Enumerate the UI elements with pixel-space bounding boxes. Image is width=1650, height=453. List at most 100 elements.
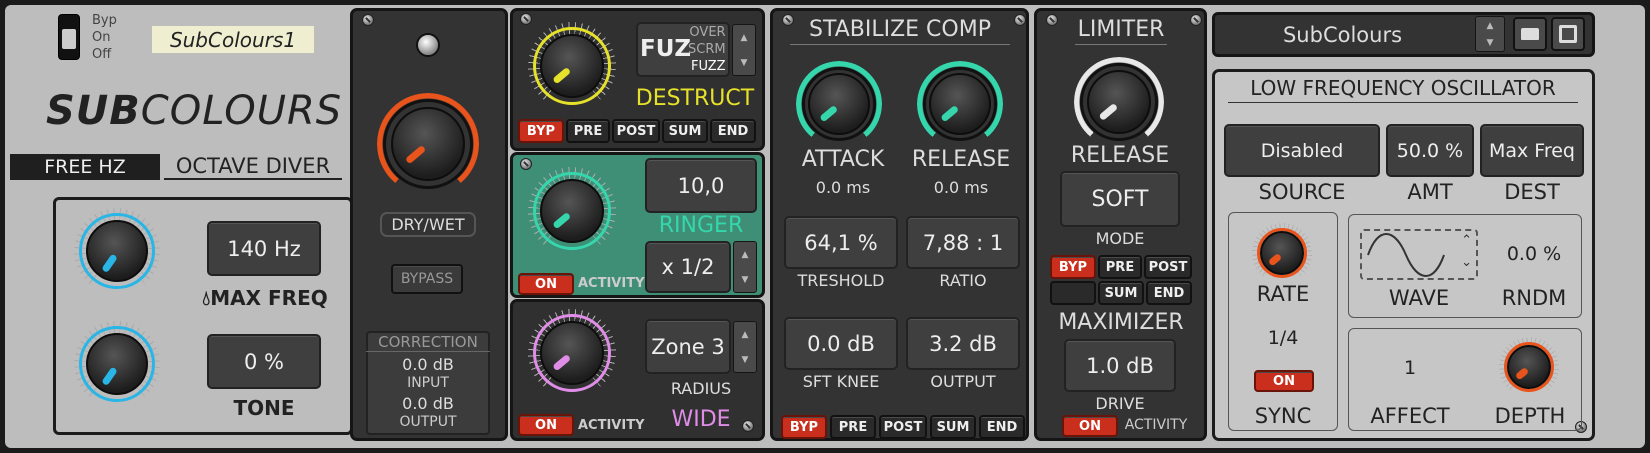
limiter-mode-display[interactable]: SOFT — [1060, 171, 1180, 227]
ringer-on-button[interactable]: ON — [518, 273, 574, 295]
lfo-rate-value[interactable]: 1/4 — [1228, 327, 1338, 349]
wave-up-icon[interactable]: ⌃ — [1461, 233, 1472, 248]
lfo-sync-on-button[interactable]: ON — [1254, 370, 1314, 392]
destruct-algo-stepper[interactable]: ▲ ▼ — [732, 24, 756, 76]
logo-light: COLOURS — [140, 88, 343, 134]
max-freq-knob[interactable] — [74, 208, 160, 294]
wide-zone-display[interactable]: Zone 3 — [645, 319, 731, 374]
lfo-sync-label: SYNC — [1254, 404, 1312, 428]
lfo-wave-label: WAVE — [1388, 286, 1450, 310]
max-freq-label: 💧︎MAX FREQ — [202, 286, 328, 310]
tone-label: TONE — [233, 396, 295, 420]
limiter-end-button[interactable]: END — [1146, 281, 1192, 305]
correction-output-value[interactable]: 0.0 dB — [366, 394, 490, 413]
mode-octave-label: OCTAVE DIVER — [175, 154, 331, 178]
tone-knob[interactable] — [74, 321, 160, 407]
lfo-source-display[interactable]: Disabled — [1224, 124, 1380, 177]
limiter-title: LIMITER — [1075, 17, 1167, 45]
limiter-pre-button[interactable]: PRE — [1098, 255, 1142, 279]
comp-end-button[interactable]: END — [979, 415, 1025, 439]
knee-label: SFT KNEE — [802, 372, 880, 391]
threshold-display[interactable]: 64,1 % — [784, 216, 898, 269]
destruct-byp-button[interactable]: BYP — [518, 119, 564, 143]
tone-display[interactable]: 0 % — [207, 334, 321, 389]
mode-octave-diver[interactable]: OCTAVE DIVER — [164, 154, 342, 180]
logo: SUBCOLOURS — [46, 88, 342, 134]
bypass-switch[interactable] — [58, 14, 80, 60]
release-value[interactable]: 0.0 ms — [905, 178, 1017, 197]
lfo-dest-display[interactable]: Max Freq — [1480, 124, 1584, 177]
comp-sum-button[interactable]: SUM — [930, 415, 976, 439]
comp-post-button[interactable]: POST — [879, 415, 927, 439]
ringer-value-display[interactable]: 10,0 — [645, 158, 757, 213]
wide-zone-stepper[interactable]: ▲ ▼ — [733, 321, 757, 373]
ratio-label: RATIO — [939, 271, 987, 290]
limiter-activity-label: ACTIVITY — [1124, 417, 1188, 433]
ringer-ratio-stepper[interactable]: ▲ ▼ — [733, 241, 757, 293]
limiter-mode-label: MODE — [1095, 229, 1145, 248]
destruct-sum-button[interactable]: SUM — [662, 119, 708, 143]
algo-option-over: OVER — [689, 25, 726, 40]
drive-label: DRIVE — [1095, 394, 1145, 413]
destruct-knob[interactable] — [528, 22, 616, 110]
wide-title: WIDE — [671, 407, 731, 432]
ringer-activity-label: ACTIVITY — [578, 276, 645, 291]
destruct-pre-button[interactable]: PRE — [566, 119, 610, 143]
save-icon — [1559, 25, 1577, 43]
correction-output-label: OUTPUT — [399, 414, 457, 430]
destruct-title: DESTRUCT — [635, 86, 755, 111]
limiter-release-knob[interactable] — [1074, 57, 1164, 147]
lfo-title: LOW FREQUENCY OSCILLATOR — [1228, 76, 1578, 103]
destruct-algo-big: FUZ — [640, 36, 692, 62]
lfo-dest-label: DEST — [1504, 180, 1560, 204]
limiter-post-button[interactable]: POST — [1144, 255, 1192, 279]
correction-input-value[interactable]: 0.0 dB — [366, 355, 490, 374]
ringer-ratio-display[interactable]: x 1/2 — [645, 241, 731, 293]
ringer-knob[interactable] — [528, 167, 616, 255]
comp-pre-button[interactable]: PRE — [830, 415, 876, 439]
knee-display[interactable]: 0.0 dB — [784, 317, 898, 370]
mode-free-hz[interactable]: FREE HZ — [10, 154, 160, 180]
wide-activity-label: ACTIVITY — [578, 418, 645, 433]
destruct-post-button[interactable]: POST — [612, 119, 660, 143]
wide-radius-label: RADIUS — [670, 379, 732, 398]
drive-display[interactable]: 1.0 dB — [1064, 339, 1176, 392]
limiter-sum-button[interactable]: SUM — [1098, 281, 1144, 305]
comp-byp-button[interactable]: BYP — [781, 415, 827, 439]
preset-stepper[interactable]: ▲ ▼ — [1475, 16, 1505, 52]
attack-value[interactable]: 0.0 ms — [788, 178, 898, 197]
preset-save-button[interactable] — [1551, 17, 1585, 51]
wave-display[interactable]: ⌃ ⌄ — [1360, 229, 1478, 280]
algo-option-scrm: SCRM — [688, 42, 726, 57]
mode-free-label: FREE HZ — [44, 156, 126, 178]
lfo-affect-label: AFFECT — [1370, 404, 1450, 428]
lfo-rndm-value[interactable]: 0.0 % — [1490, 243, 1578, 265]
lfo-affect-value[interactable]: 1 — [1360, 357, 1460, 379]
release-label: RELEASE — [911, 147, 1011, 172]
destruct-end-button[interactable]: END — [710, 119, 756, 143]
lfo-depth-label: DEPTH — [1494, 404, 1566, 428]
preset-folder-button[interactable] — [1513, 17, 1547, 51]
wide-on-button[interactable]: ON — [518, 414, 574, 436]
comp-output-display[interactable]: 3.2 dB — [906, 317, 1020, 370]
limiter-byp-button[interactable]: BYP — [1050, 255, 1096, 279]
lfo-rate-knob[interactable] — [1252, 223, 1312, 283]
limiter-release-label: RELEASE — [1070, 143, 1170, 168]
attack-knob[interactable] — [796, 61, 882, 147]
max-freq-display[interactable]: 140 Hz — [207, 221, 321, 276]
maximizer-title: MAXIMIZER — [1058, 310, 1184, 335]
wide-knob[interactable] — [528, 309, 616, 397]
folder-icon — [1521, 28, 1539, 40]
wave-down-icon[interactable]: ⌄ — [1461, 255, 1472, 270]
limiter-on-button[interactable]: ON — [1062, 415, 1118, 437]
lfo-amt-display[interactable]: 50.0 % — [1386, 124, 1474, 177]
ratio-display[interactable]: 7,88 : 1 — [906, 216, 1020, 269]
lfo-depth-knob[interactable] — [1499, 337, 1559, 397]
preset-tag: SubColours1 — [152, 26, 314, 53]
max-freq-text: MAX FREQ — [210, 286, 328, 310]
mix-bypass-button[interactable]: BYPASS — [391, 264, 463, 294]
preset-name[interactable]: SubColours — [1220, 17, 1465, 53]
threshold-label: TRESHOLD — [797, 271, 885, 290]
release-knob[interactable] — [917, 61, 1003, 147]
dry-wet-knob[interactable] — [377, 93, 479, 195]
